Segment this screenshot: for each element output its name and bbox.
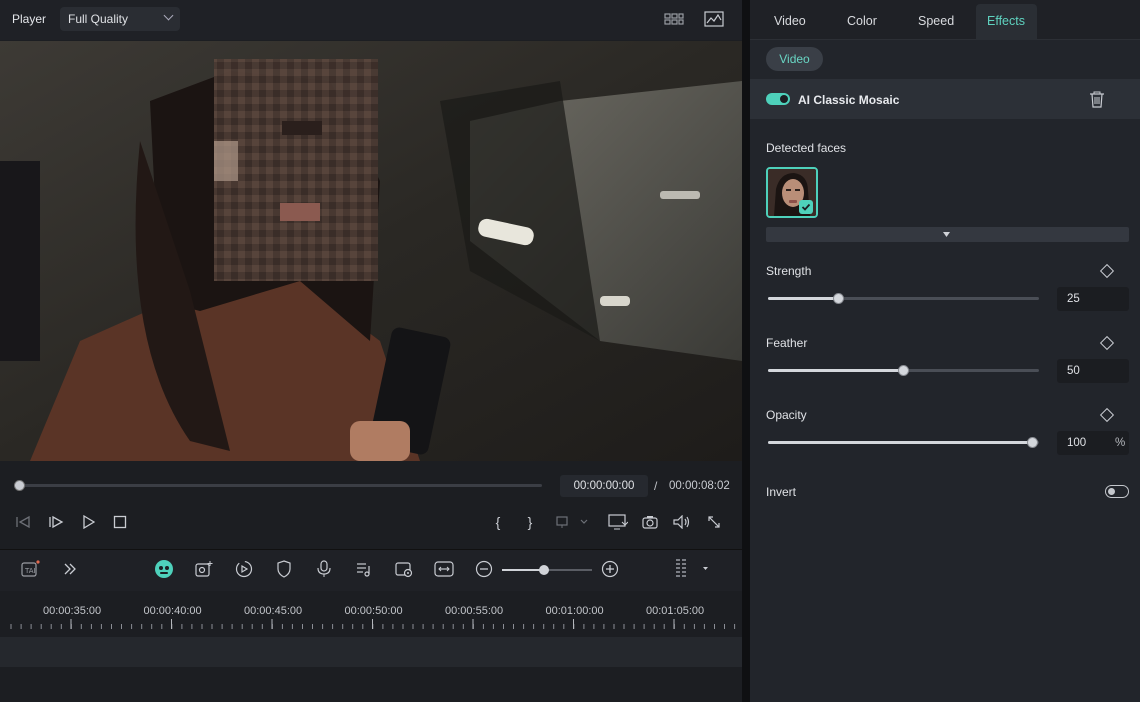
svg-text:TAI: TAI [24, 567, 36, 575]
feather-slider-knob[interactable] [898, 365, 909, 376]
strength-slider-fill [768, 297, 838, 300]
total-time: 00:00:08:02 [669, 480, 730, 492]
panel-divider[interactable] [742, 0, 750, 702]
zoom-in-icon[interactable] [600, 559, 620, 579]
auto-reframe-icon[interactable] [234, 559, 254, 579]
mark-in-icon[interactable]: { [489, 513, 507, 531]
ruler-time-label: 00:00:50:00 [344, 605, 403, 617]
ruler-time-label: 00:00:45:00 [244, 605, 303, 617]
quality-dropdown[interactable]: Full Quality [60, 7, 180, 31]
microphone-icon[interactable] [314, 559, 334, 579]
properties-panel: Video Color Speed Effects Video AI Class… [750, 0, 1140, 702]
opacity-slider-fill [768, 441, 1032, 444]
video-preview[interactable] [0, 41, 742, 461]
strength-value-field[interactable]: 25 [1057, 287, 1129, 311]
quality-value: Full Quality [68, 12, 129, 26]
player-header: Player Full Quality [0, 0, 742, 40]
trash-icon[interactable] [1089, 91, 1105, 108]
strength-slider-knob[interactable] [833, 293, 844, 304]
ruler-time-label: 00:01:00:00 [545, 605, 604, 617]
snapshot-icon[interactable] [641, 513, 659, 531]
detected-faces-label: Detected faces [766, 141, 847, 155]
play-icon[interactable] [79, 513, 97, 531]
timeline-track-lane[interactable] [0, 637, 742, 667]
feather-label: Feather [766, 336, 808, 350]
ruler-time-label: 00:00:55:00 [445, 605, 504, 617]
zoom-slider-knob[interactable] [539, 565, 549, 575]
zoom-slider-fill [502, 569, 544, 571]
player-area: Player Full Quality 00:00:00:00 / 00:00:… [0, 0, 742, 702]
music-list-icon[interactable] [354, 559, 374, 579]
feather-value-field[interactable]: 50 [1057, 359, 1129, 383]
strength-label: Strength [766, 264, 812, 278]
property-tabs: Video Color Speed Effects [750, 0, 1140, 40]
opacity-slider-knob[interactable] [1027, 437, 1038, 448]
time-separator: / [654, 479, 658, 493]
opacity-keyframe-icon[interactable] [1099, 407, 1115, 423]
stop-icon[interactable] [111, 513, 129, 531]
volume-icon[interactable] [673, 513, 691, 531]
insert-icon[interactable] [553, 513, 593, 531]
tab-color[interactable]: Color [847, 14, 877, 28]
current-time-field[interactable]: 00:00:00:00 [560, 475, 648, 497]
ai-face-icon[interactable] [154, 559, 174, 579]
fit-width-icon[interactable] [434, 559, 454, 579]
ruler-time-label: 00:00:40:00 [143, 605, 202, 617]
fullscreen-icon[interactable] [705, 513, 723, 531]
mark-out-icon[interactable]: } [521, 513, 539, 531]
playhead-knob[interactable] [14, 480, 25, 491]
zoom-out-icon[interactable] [474, 559, 494, 579]
opacity-label: Opacity [766, 408, 807, 422]
tab-effects[interactable]: Effects [987, 14, 1025, 28]
opacity-unit: % [1115, 437, 1126, 449]
invert-toggle[interactable] [1105, 485, 1129, 498]
video-subtab-pill[interactable]: Video [766, 47, 823, 71]
grid-view-icon[interactable] [664, 11, 684, 27]
face-selected-check-icon[interactable] [799, 200, 813, 214]
video-frame [0, 41, 742, 461]
shield-icon[interactable] [274, 559, 294, 579]
effect-name: AI Classic Mosaic [798, 93, 900, 107]
faces-expand-bar[interactable] [766, 227, 1129, 242]
prev-frame-icon[interactable] [14, 513, 32, 531]
strength-keyframe-icon[interactable] [1099, 263, 1115, 279]
ruler-time-label: 00:01:05:00 [646, 605, 705, 617]
play-frame-icon[interactable] [47, 513, 65, 531]
effect-enable-toggle[interactable] [766, 93, 790, 105]
ruler-time-label: 00:00:35:00 [43, 605, 102, 617]
expand-icon[interactable] [60, 559, 80, 579]
playback-scrubber[interactable] [20, 484, 542, 487]
waveform-chart-icon[interactable] [704, 11, 724, 27]
add-media-icon[interactable] [194, 559, 214, 579]
tab-speed[interactable]: Speed [918, 14, 954, 28]
monitor-icon[interactable] [608, 513, 628, 531]
layout-grid-icon[interactable] [672, 559, 712, 579]
player-label: Player [12, 12, 47, 26]
timeline-empty-area[interactable] [0, 668, 742, 702]
invert-label: Invert [766, 485, 797, 499]
video-preview-icon[interactable] [394, 559, 414, 579]
caret-down-icon [943, 232, 950, 237]
feather-keyframe-icon[interactable] [1099, 335, 1115, 351]
feather-slider-fill [768, 369, 903, 372]
ai-text-icon[interactable]: TAI [21, 559, 41, 579]
tab-video[interactable]: Video [774, 14, 806, 28]
chevron-down-icon [163, 10, 174, 21]
